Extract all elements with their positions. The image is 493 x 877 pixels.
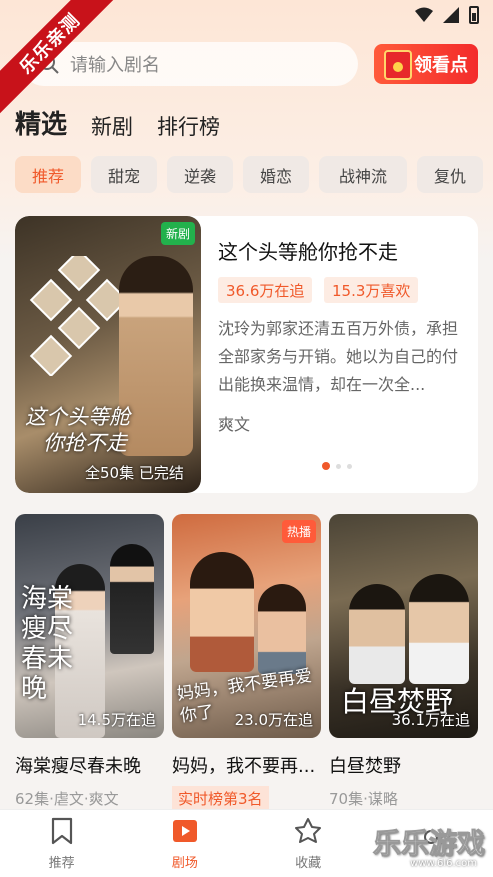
new-badge: 新剧 xyxy=(160,222,195,245)
drama-meta: 70集·谋略 xyxy=(329,790,398,808)
followers-pill: 36.6万在追 xyxy=(218,277,313,303)
follow-count: 36.1万在追 xyxy=(391,711,470,729)
battery-icon xyxy=(469,6,479,24)
drama-poster[interactable]: 海棠瘦尽春未晚 14.5万在追 xyxy=(15,514,164,738)
carousel-dot xyxy=(347,463,352,469)
category-chip[interactable]: 甜宠 xyxy=(91,156,157,193)
featured-description: 沈玲为郭家还清五百万外债，承担全部家务与开销。她以为自己的付出能换来温情，却在一… xyxy=(218,319,459,394)
top-tabs: 精选 新剧 排行榜 xyxy=(15,104,220,141)
bookmark-icon xyxy=(51,817,72,845)
drama-card[interactable]: 白昼焚野 36.1万在追 白昼焚野 70集·谋略 xyxy=(329,514,478,811)
drama-title[interactable]: 妈妈，我不要再... xyxy=(172,752,321,778)
carousel-dot xyxy=(322,462,330,470)
category-chip[interactable]: 复仇 xyxy=(417,156,483,193)
search-placeholder: 请输入剧名 xyxy=(70,55,160,76)
poster-figure xyxy=(258,584,306,674)
tab-new[interactable]: 新剧 xyxy=(91,111,133,141)
featured-poster-title: 这个头等舱 你抢不走 xyxy=(25,404,130,456)
drama-title[interactable]: 海棠瘦尽春未晚 xyxy=(15,752,164,778)
signal-icon xyxy=(443,7,459,23)
poster-figure xyxy=(190,552,254,672)
featured-card[interactable]: 这个头等舱 你抢不走 全50集 已完结 新剧 这个头等舱你抢不走 36.6万在追… xyxy=(15,216,478,493)
drama-poster[interactable]: 白昼焚野 36.1万在追 xyxy=(329,514,478,738)
tab-featured[interactable]: 精选 xyxy=(15,104,67,141)
status-icons xyxy=(415,6,479,24)
featured-poster[interactable]: 这个头等舱 你抢不走 全50集 已完结 新剧 xyxy=(15,216,201,493)
featured-title[interactable]: 这个头等舱你抢不走 xyxy=(218,236,398,265)
reward-button-label: 领看点 xyxy=(414,55,468,76)
star-icon xyxy=(295,818,322,843)
play-icon xyxy=(172,820,197,842)
drama-card[interactable]: 海棠瘦尽春未晚 14.5万在追 海棠瘦尽春未晚 62集·虐文·爽文 xyxy=(15,514,164,811)
drama-title[interactable]: 白昼焚野 xyxy=(329,752,478,778)
nav-item-favorites[interactable]: 收藏 xyxy=(247,810,370,877)
nav-label: 推荐 xyxy=(48,856,75,871)
poster-title: 海棠瘦尽春未晚 xyxy=(21,584,74,704)
nav-item-theater[interactable]: 剧场 xyxy=(123,810,246,877)
poster-title-line: 这个头等舱 xyxy=(25,405,130,429)
follow-count: 23.0万在追 xyxy=(234,711,313,729)
drama-meta: 62集·虐文·爽文 xyxy=(15,790,119,808)
drama-card[interactable]: 妈妈，我不要再爱你了 23.0万在追 热播 妈妈，我不要再... 实时榜第3名 xyxy=(172,514,321,811)
category-chip[interactable]: 婚恋 xyxy=(243,156,309,193)
category-chip[interactable]: 逆袭 xyxy=(167,156,233,193)
carousel-dot xyxy=(336,463,341,469)
red-envelope-icon xyxy=(384,50,412,80)
drama-grid: 海棠瘦尽春未晚 14.5万在追 海棠瘦尽春未晚 62集·虐文·爽文 妈妈，我不要… xyxy=(15,514,478,811)
site-watermark: 乐乐游戏 www.6l6.com xyxy=(355,822,485,872)
likes-pill: 15.3万喜欢 xyxy=(324,277,419,303)
watermark-text: 乐乐游戏 xyxy=(372,827,485,861)
hot-badge: 热播 xyxy=(281,520,316,543)
search-bar[interactable]: 请输入剧名 xyxy=(22,42,358,86)
follow-count: 14.5万在追 xyxy=(77,711,156,729)
carousel-indicator xyxy=(322,462,352,470)
nav-label: 剧场 xyxy=(171,856,198,871)
drama-poster[interactable]: 妈妈，我不要再爱你了 23.0万在追 热播 xyxy=(172,514,321,738)
category-chip[interactable]: 推荐 xyxy=(15,156,81,193)
poster-figure xyxy=(119,256,193,456)
poster-figure xyxy=(409,574,469,684)
category-chip[interactable]: 战神流 xyxy=(319,156,407,193)
featured-tag: 爽文 xyxy=(218,415,251,434)
poster-title-line: 你抢不走 xyxy=(43,431,127,455)
poster-figure xyxy=(110,544,154,654)
nav-item-recommend[interactable]: 推荐 xyxy=(0,810,123,877)
rank-badge: 实时榜第3名 xyxy=(172,786,269,811)
reward-button[interactable]: 领看点 xyxy=(374,44,478,84)
watermark-url: www.6l6.com xyxy=(410,858,477,869)
poster-figure xyxy=(349,584,405,684)
nav-label: 收藏 xyxy=(295,856,322,871)
wifi-icon xyxy=(415,7,433,22)
episode-count: 全50集 已完结 xyxy=(85,464,184,482)
category-chips: 推荐 甜宠 逆袭 婚恋 战神流 复仇 xyxy=(15,156,483,193)
tab-ranking[interactable]: 排行榜 xyxy=(157,111,220,141)
